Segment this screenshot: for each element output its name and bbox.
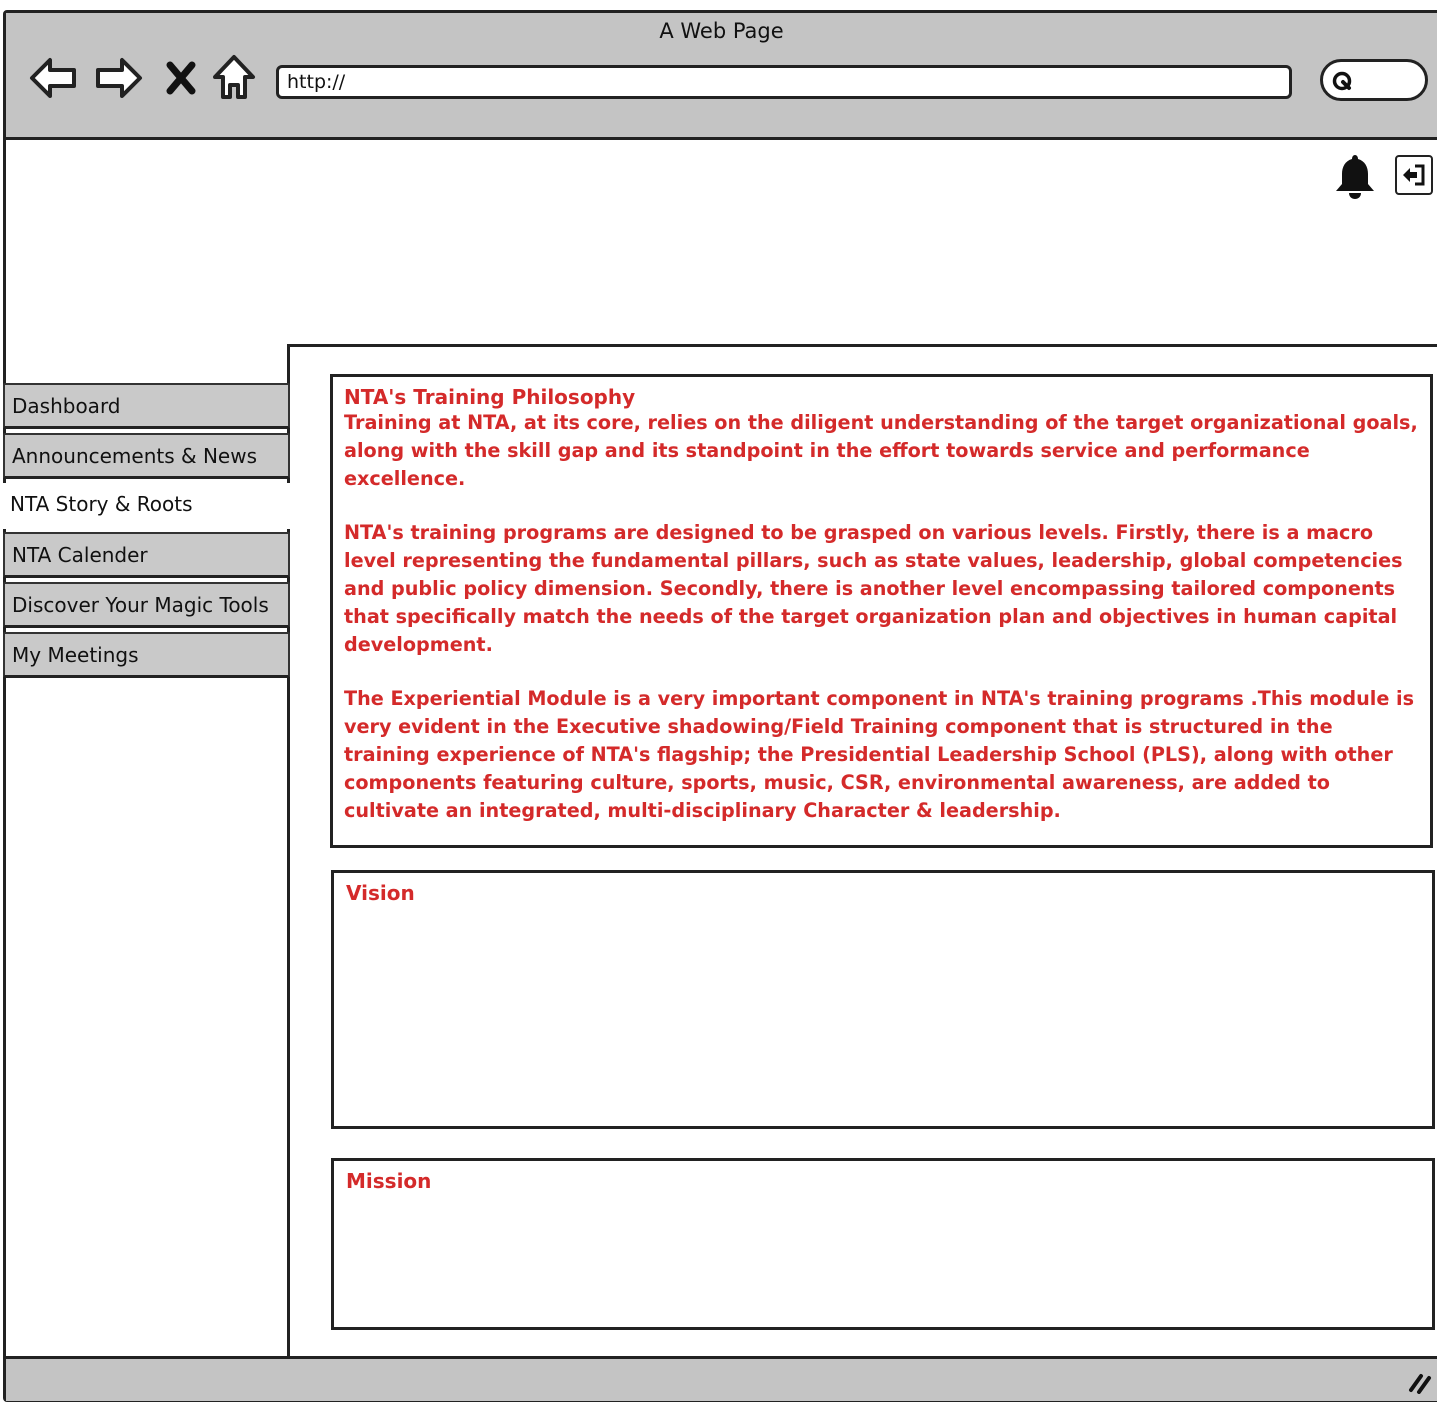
browser-titlebar: A Web Page	[6, 13, 1437, 140]
philosophy-paragraph-1: Training at NTA, at its core, relies on …	[344, 411, 1425, 490]
home-icon[interactable]	[209, 53, 259, 103]
browser-search-field[interactable]	[1320, 59, 1428, 101]
back-arrow-icon[interactable]	[28, 53, 78, 103]
mission-section: Mission	[331, 1158, 1435, 1330]
vision-title: Vision	[346, 881, 415, 905]
philosophy-section: NTA's Training Philosophy Training at NT…	[330, 374, 1433, 848]
address-bar[interactable]	[276, 65, 1292, 99]
logout-icon[interactable]	[1395, 155, 1433, 195]
sidebar-item-announcements-news[interactable]: Announcements & News	[3, 433, 290, 479]
mission-title: Mission	[346, 1169, 432, 1193]
forward-arrow-icon[interactable]	[94, 53, 144, 103]
bell-icon[interactable]	[1333, 152, 1377, 204]
sidebar-item-nta-calender[interactable]: NTA Calender	[3, 532, 290, 578]
search-icon	[1331, 70, 1355, 98]
sidebar-item-nta-story-roots[interactable]: NTA Story & Roots	[3, 483, 290, 529]
browser-statusbar	[6, 1356, 1437, 1401]
window-title: A Web Page	[659, 19, 784, 43]
sidebar-item-my-meetings[interactable]: My Meetings	[3, 632, 290, 678]
sidebar-item-dashboard[interactable]: Dashboard	[3, 383, 290, 429]
vision-section: Vision	[331, 870, 1435, 1129]
url-input[interactable]	[287, 68, 1281, 96]
resize-grip-icon[interactable]	[1407, 1370, 1433, 1398]
philosophy-title: NTA's Training Philosophy	[344, 385, 636, 409]
philosophy-paragraph-2: NTA's training programs are designed to …	[344, 521, 1410, 656]
close-x-icon[interactable]	[161, 53, 201, 103]
sidebar-item-discover-magic-tools[interactable]: Discover Your Magic Tools	[3, 582, 290, 628]
philosophy-paragraph-3: The Experiential Module is a very import…	[344, 687, 1421, 822]
